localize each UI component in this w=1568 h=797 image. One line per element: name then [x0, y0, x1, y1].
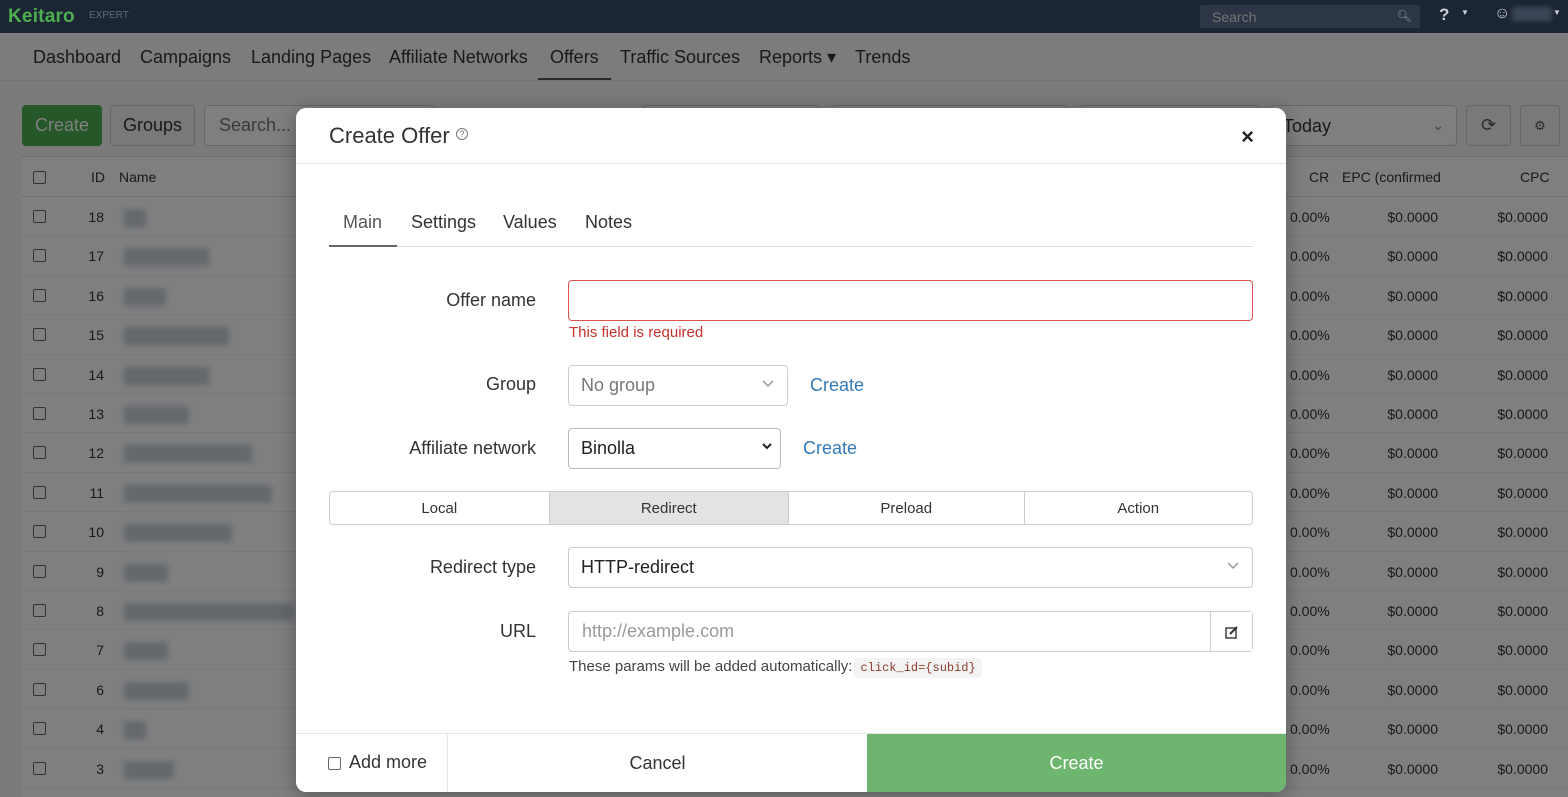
add-more-label: Add more [349, 752, 428, 772]
create-affiliate-network-link[interactable]: Create [803, 438, 857, 459]
chevron-down-icon [762, 443, 772, 450]
global-search[interactable]: 🔍︎ [1200, 5, 1420, 28]
search-icon: 🔍︎ [1396, 9, 1412, 23]
url-field [568, 611, 1253, 652]
chevron-down-icon [762, 380, 774, 388]
add-more-checkbox[interactable] [328, 757, 341, 770]
offer-type-action[interactable]: Action [1024, 492, 1252, 524]
offer-type-redirect[interactable]: Redirect [549, 492, 790, 524]
tab-values[interactable]: Values [503, 212, 557, 233]
redirect-type-label: Redirect type [429, 557, 536, 577]
offer-name-input[interactable] [569, 281, 1252, 320]
url-edit-button[interactable] [1210, 612, 1252, 651]
brand-logo[interactable]: Keitaro [8, 6, 75, 28]
active-tab-indicator [329, 245, 397, 247]
modal-footer: Add more Cancel Create [296, 733, 1286, 792]
offer-type-preload[interactable]: Preload [789, 492, 1025, 524]
offer-name-label: Offer name [446, 290, 536, 310]
offer-type-switch: Local Redirect Preload Action [329, 491, 1253, 525]
create-offer-modal: Create Offer ? × Main Settings Values No… [296, 108, 1286, 792]
tab-notes[interactable]: Notes [585, 212, 632, 233]
affiliate-network-label: Affiliate network [409, 438, 536, 458]
global-search-input[interactable] [1200, 5, 1420, 28]
offer-name-field[interactable] [568, 280, 1253, 321]
url-params-text: These params will be added automatically… [569, 658, 853, 675]
chevron-down-icon: ▼ [1553, 8, 1561, 17]
affiliate-network-value: Binolla [581, 438, 636, 458]
offer-name-error: This field is required [569, 324, 704, 341]
modal-tabs: Main Settings Values Notes [329, 204, 1253, 247]
url-params-code: click_id={subid} [854, 658, 982, 678]
offer-type-local[interactable]: Local [330, 492, 550, 524]
redirect-type-select[interactable]: HTTP-redirect [568, 547, 1253, 588]
help-icon[interactable]: ? [1439, 5, 1449, 25]
create-button[interactable]: Create [867, 734, 1286, 792]
tab-settings[interactable]: Settings [411, 212, 476, 233]
tab-main[interactable]: Main [343, 212, 382, 233]
group-select[interactable]: No group [568, 365, 788, 406]
edition-label: EXPERT [89, 10, 129, 21]
cancel-button[interactable]: Cancel [448, 734, 867, 792]
user-icon[interactable]: ☺ [1494, 5, 1510, 23]
modal-title: Create Offer [329, 123, 450, 148]
url-label: URL [499, 621, 536, 641]
url-params-hint: These params will be added automatically… [569, 658, 982, 678]
group-value: No group [581, 375, 656, 395]
chevron-down-icon: ▼ [1461, 8, 1469, 17]
edit-icon [1224, 625, 1238, 639]
chevron-down-icon [1227, 562, 1239, 570]
url-input[interactable] [569, 612, 1211, 651]
redirect-type-value: HTTP-redirect [581, 557, 695, 577]
create-group-link[interactable]: Create [810, 375, 864, 396]
modal-header: Create Offer ? × [296, 108, 1286, 164]
help-icon[interactable]: ? [456, 128, 468, 140]
user-name [1512, 7, 1552, 21]
close-icon[interactable]: × [1241, 124, 1254, 150]
affiliate-network-select[interactable]: Binolla [568, 428, 781, 469]
add-more-toggle[interactable]: Add more [296, 734, 448, 792]
group-label: Group [485, 374, 536, 394]
top-bar: Keitaro EXPERT 🔍︎ ? ▼ ☺ ▼ [0, 0, 1568, 33]
